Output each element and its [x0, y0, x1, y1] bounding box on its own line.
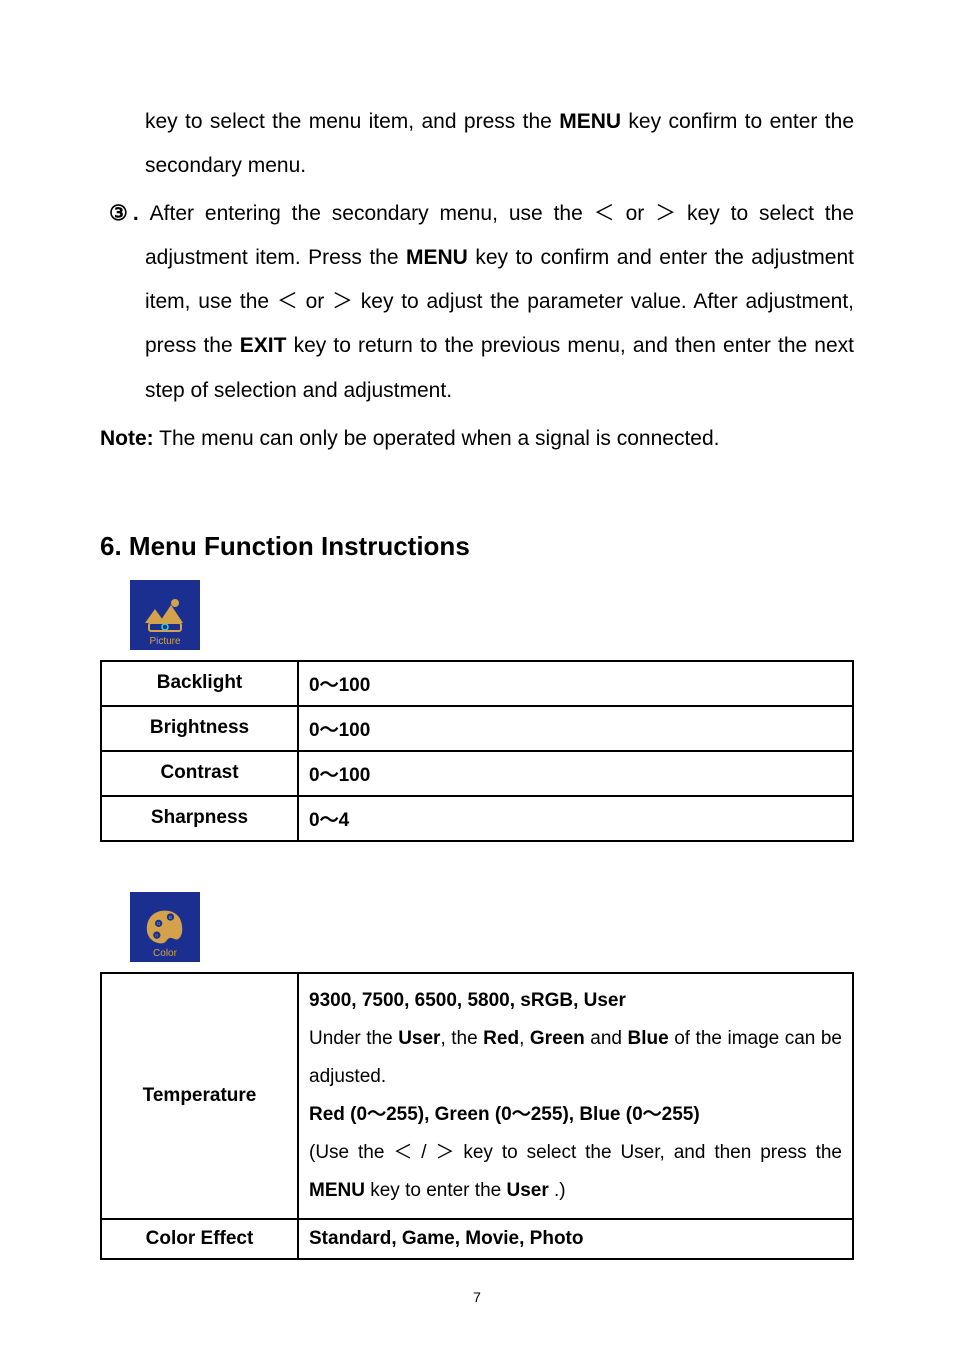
param-color-effect: Color Effect — [101, 1219, 298, 1259]
table-row: Backlight 0～100 — [101, 661, 853, 706]
exit-key-ref: EXIT — [240, 334, 287, 357]
table-row: Sharpness 0～4 — [101, 796, 853, 841]
picture-menu-icon: Picture — [130, 580, 200, 650]
temp-menu-k: MENU — [309, 1180, 365, 1201]
table-row: Brightness 0～100 — [101, 706, 853, 751]
temp-user-2: User — [506, 1180, 548, 1201]
intro-continuation: key to select the menu item, and press t… — [100, 100, 854, 188]
param-contrast: Contrast — [101, 751, 298, 796]
temp-red: Red — [483, 1028, 519, 1049]
val-temperature: 9300, 7500, 6500, 5800, sRGB, User Under… — [298, 973, 853, 1219]
val-color-effect: Standard, Game, Movie, Photo — [298, 1219, 853, 1259]
param-temperature: Temperature — [101, 973, 298, 1219]
color-menu-icon: B G R Color — [130, 892, 200, 962]
val-backlight: 0～100 — [298, 661, 853, 706]
temp-presets: 9300, 7500, 6500, 5800, sRGB, User — [309, 982, 842, 1020]
val-sharpness: 0～4 — [298, 796, 853, 841]
val-contrast: 0～100 — [298, 751, 853, 796]
step-3: ③. After entering the secondary menu, us… — [100, 192, 854, 412]
temp-desc-a: Under the — [309, 1028, 398, 1049]
note-label: Note: — [100, 427, 154, 450]
menu-key-ref-2: MENU — [406, 246, 468, 269]
param-backlight: Backlight — [101, 661, 298, 706]
temp-use-c: .) — [549, 1180, 566, 1201]
note-text: The menu can only be operated when a sig… — [154, 427, 720, 450]
note-line: Note: The menu can only be operated when… — [100, 417, 854, 461]
temp-use-b: key to enter the — [365, 1180, 507, 1201]
param-brightness: Brightness — [101, 706, 298, 751]
intro-cont-a: key to select the menu item, and press t… — [145, 110, 559, 133]
temp-use-a: (Use the ＜ / ＞ key to select the User, a… — [309, 1142, 842, 1163]
color-settings-table: Temperature 9300, 7500, 6500, 5800, sRGB… — [100, 972, 854, 1260]
step3-marker: ③. — [109, 202, 150, 225]
param-sharpness: Sharpness — [101, 796, 298, 841]
page-number: 7 — [0, 1289, 954, 1305]
table-row: Temperature 9300, 7500, 6500, 5800, sRGB… — [101, 973, 853, 1219]
temp-blue: Blue — [628, 1028, 669, 1049]
menu-key-ref: MENU — [559, 110, 621, 133]
val-brightness: 0～100 — [298, 706, 853, 751]
temp-user: User — [398, 1028, 440, 1049]
svg-text:B: B — [169, 915, 172, 920]
color-icon-label: Color — [130, 948, 200, 959]
temp-comma: , — [519, 1028, 530, 1049]
picture-settings-table: Backlight 0～100 Brightness 0～100 Contras… — [100, 660, 854, 842]
picture-icon-label: Picture — [130, 636, 200, 647]
temp-desc-b: , the — [440, 1028, 483, 1049]
svg-text:G: G — [157, 921, 161, 926]
section-heading: 6. Menu Function Instructions — [100, 531, 854, 562]
table-row: Color Effect Standard, Game, Movie, Phot… — [101, 1219, 853, 1259]
table-row: Contrast 0～100 — [101, 751, 853, 796]
temp-and: and — [585, 1028, 628, 1049]
temp-rgb-ranges: Red (0～255), Green (0～255), Blue (0～255) — [309, 1096, 842, 1134]
temp-green: Green — [530, 1028, 585, 1049]
